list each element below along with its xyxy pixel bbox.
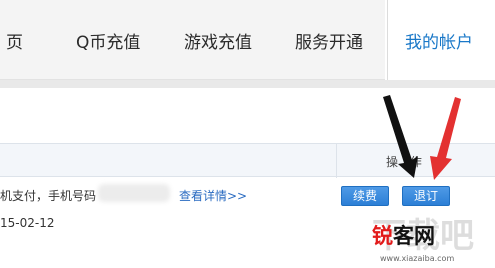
top-navigation: 页 Q币充值 游戏充值 服务开通 我的帐户: [0, 0, 495, 80]
view-details-link[interactable]: 查看详情>>: [179, 187, 247, 204]
nav-item-q-coin-recharge[interactable]: Q币充值: [76, 28, 140, 53]
nav-item-service-activation[interactable]: 服务开通: [295, 28, 363, 53]
table-header: 操 作: [0, 143, 495, 178]
nav-item-my-account[interactable]: 我的帐户: [405, 28, 473, 53]
unsubscribe-button[interactable]: 退订: [402, 186, 450, 206]
operation-column-header: 操 作: [386, 155, 426, 169]
row-date: 15-02-12: [0, 216, 55, 230]
blurred-phone-number: [98, 184, 170, 202]
watermark-url: www.xiazaiba.com: [380, 254, 455, 263]
watermark: 下载吧 锐客网 www.xiazaiba.com: [366, 208, 486, 266]
nav-item-game-recharge[interactable]: 游戏充值: [184, 28, 252, 53]
nav-item-home[interactable]: 页: [6, 28, 23, 53]
renew-button[interactable]: 续费: [341, 186, 389, 206]
watermark-brand: 锐客网: [372, 224, 435, 248]
row-description: 机支付，手机号码: [0, 189, 97, 203]
nav-separator-band: [0, 80, 495, 88]
header-column-divider: [336, 144, 337, 178]
nav-divider: [387, 0, 388, 80]
